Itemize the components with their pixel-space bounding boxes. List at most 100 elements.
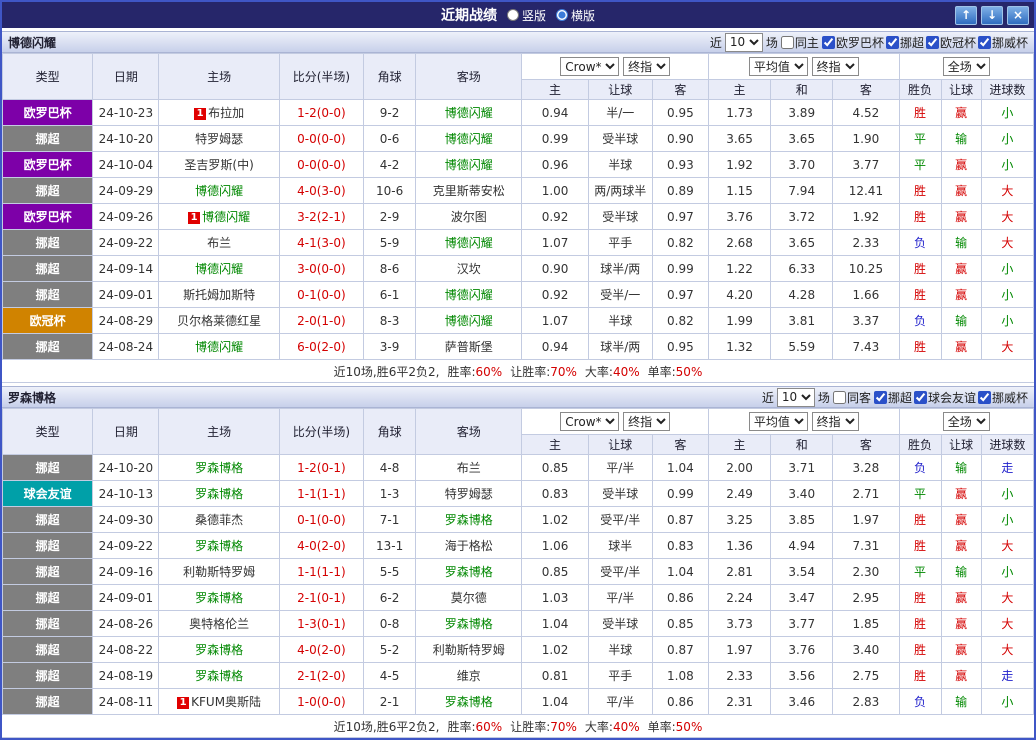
result-goals: 小: [980, 506, 1034, 533]
result-handicap: 输: [940, 125, 982, 152]
avg-away: 1.90: [832, 125, 900, 152]
result-outcome: 胜: [898, 610, 942, 637]
avg-draw: 3.77: [770, 610, 834, 637]
scroll-down-button[interactable]: ↓: [981, 5, 1003, 25]
home-team: 斯托姆加斯特: [158, 281, 280, 308]
stat-item: 单率:50%: [648, 718, 703, 735]
match-row: 挪超 24-08-11 1 KFUM奥斯陆 1-0(0-0) 2-1 罗森博格 1.04 平/半…: [2, 688, 1034, 715]
layout-horizontal-radio[interactable]: 横版: [556, 7, 595, 24]
stat-item: 让胜率:70%: [510, 718, 577, 735]
home-team: 罗森博格: [158, 584, 280, 611]
col-away: 客场: [415, 408, 523, 455]
avg-away: 7.31: [832, 532, 900, 559]
home-team: 罗森博格: [158, 532, 280, 559]
odds-time-select[interactable]: 终指: [623, 57, 671, 76]
up-arrow-icon: ↑: [960, 8, 972, 22]
close-button[interactable]: ×: [1007, 5, 1029, 25]
competition-filter[interactable]: 欧罗巴杯: [821, 34, 884, 51]
col-type: 类型: [2, 408, 94, 455]
competition-filter[interactable]: 欧冠杯: [925, 34, 976, 51]
away-team-name: 博德闪耀: [444, 288, 493, 302]
avg-away: 2.71: [832, 480, 900, 507]
scroll-up-button[interactable]: ↑: [955, 5, 977, 25]
competition-filter[interactable]: 挪威杯: [977, 389, 1028, 406]
same-venue-filter[interactable]: 同客: [832, 389, 871, 406]
scope-select[interactable]: 全场: [942, 412, 990, 431]
competition-checkbox[interactable]: [977, 390, 991, 404]
odds-time-select[interactable]: 终指: [623, 412, 671, 431]
stat-value: 50%: [675, 719, 703, 734]
match-count-select[interactable]: 10: [776, 387, 815, 407]
avg-home: 1.15: [707, 177, 772, 204]
stat-label: 胜率:: [447, 719, 476, 734]
competition-checkbox[interactable]: [913, 390, 927, 404]
layout-vertical-radio-input[interactable]: [506, 9, 519, 21]
layout-vertical-radio[interactable]: 竖版: [506, 7, 546, 24]
match-date: 24-09-22: [92, 229, 160, 256]
competition-filter[interactable]: 挪超: [873, 389, 912, 406]
avg-draw: 3.85: [770, 506, 834, 533]
avg-home: 1.22: [707, 255, 772, 282]
same-venue-filter[interactable]: 同主: [780, 34, 819, 51]
match-date: 24-10-13: [92, 480, 160, 507]
match-type-badge: 挪超: [2, 333, 94, 360]
avg-time-select[interactable]: 终指: [811, 57, 859, 76]
scope-select[interactable]: 全场: [942, 57, 990, 76]
result-goals: 小: [980, 151, 1034, 178]
odds-handicap: 两/两球半: [587, 177, 653, 204]
competition-label: 挪威杯: [991, 35, 1028, 50]
result-handicap: 赢: [940, 636, 982, 663]
odds-home: 1.04: [521, 688, 589, 715]
same-venue-checkbox[interactable]: [780, 35, 794, 49]
avg-away: 4.52: [832, 99, 900, 126]
competition-checkbox[interactable]: [873, 390, 887, 404]
avg-source-select[interactable]: 平均值: [748, 57, 808, 76]
table-header-row-groups: 类型 日期 主场 比分(半场) 角球 客场 Crow* 终指 平均值 终指 全场: [2, 53, 1034, 100]
competition-filter[interactable]: 球会友谊: [913, 389, 976, 406]
corners: 10-6: [363, 177, 417, 204]
competition-label: 球会友谊: [927, 390, 976, 405]
competition-checkbox[interactable]: [821, 35, 835, 49]
odds-home: 1.02: [521, 506, 589, 533]
score: 1-1(1-1): [278, 558, 365, 585]
result-handicap: 输: [940, 454, 982, 481]
away-team: 博德闪耀: [415, 307, 523, 334]
layout-horizontal-radio-input[interactable]: [556, 9, 568, 21]
same-venue-checkbox[interactable]: [832, 390, 846, 404]
odds-source-select[interactable]: Crow*: [560, 57, 620, 76]
away-team: 汉坎: [415, 255, 523, 282]
col-odds-home: 主: [521, 79, 589, 100]
competition-checkbox[interactable]: [925, 35, 939, 49]
home-team-name: 斯托姆加斯特: [183, 288, 256, 302]
competition-filter[interactable]: 挪威杯: [977, 34, 1028, 51]
stat-label: 单率:: [647, 719, 676, 734]
competition-checkbox[interactable]: [885, 35, 899, 49]
result-handicap: 赢: [940, 506, 982, 533]
result-outcome: 平: [898, 558, 942, 585]
competition-filters: 欧罗巴杯 挪超 欧冠杯 挪威杯: [821, 34, 1028, 51]
odds-home: 1.07: [521, 307, 589, 334]
odds-source-select[interactable]: Crow*: [560, 412, 620, 431]
away-team-name: 博德闪耀: [444, 106, 493, 120]
avg-source-select[interactable]: 平均值: [748, 412, 808, 431]
match-count-select[interactable]: 10: [724, 32, 763, 52]
odds-away: 0.82: [651, 307, 709, 334]
match-date: 24-08-29: [92, 307, 160, 334]
col-avg-draw: 和: [770, 434, 834, 455]
avg-source-group: 平均值 终指: [707, 408, 900, 435]
competition-checkbox[interactable]: [977, 35, 991, 49]
corners: 0-6: [363, 125, 417, 152]
odds-home: 1.04: [521, 610, 589, 637]
result-handicap: 赢: [940, 177, 982, 204]
away-team-name: 罗森博格: [444, 617, 493, 631]
result-handicap: 输: [940, 688, 982, 715]
odds-handicap: 球半/两: [587, 333, 653, 360]
competition-filter[interactable]: 挪超: [885, 34, 924, 51]
avg-time-select[interactable]: 终指: [811, 412, 859, 431]
match-row: 挪超 24-09-29 博德闪耀 4-0(3-0) 10-6 克里斯蒂安松 1.00 两/两球…: [2, 177, 1034, 204]
odds-home: 1.06: [521, 532, 589, 559]
stat-item: 胜率:60%: [447, 718, 502, 735]
odds-handicap: 平/半: [587, 688, 653, 715]
stat-label: 大率:: [584, 364, 613, 379]
avg-home: 3.76: [707, 203, 772, 230]
